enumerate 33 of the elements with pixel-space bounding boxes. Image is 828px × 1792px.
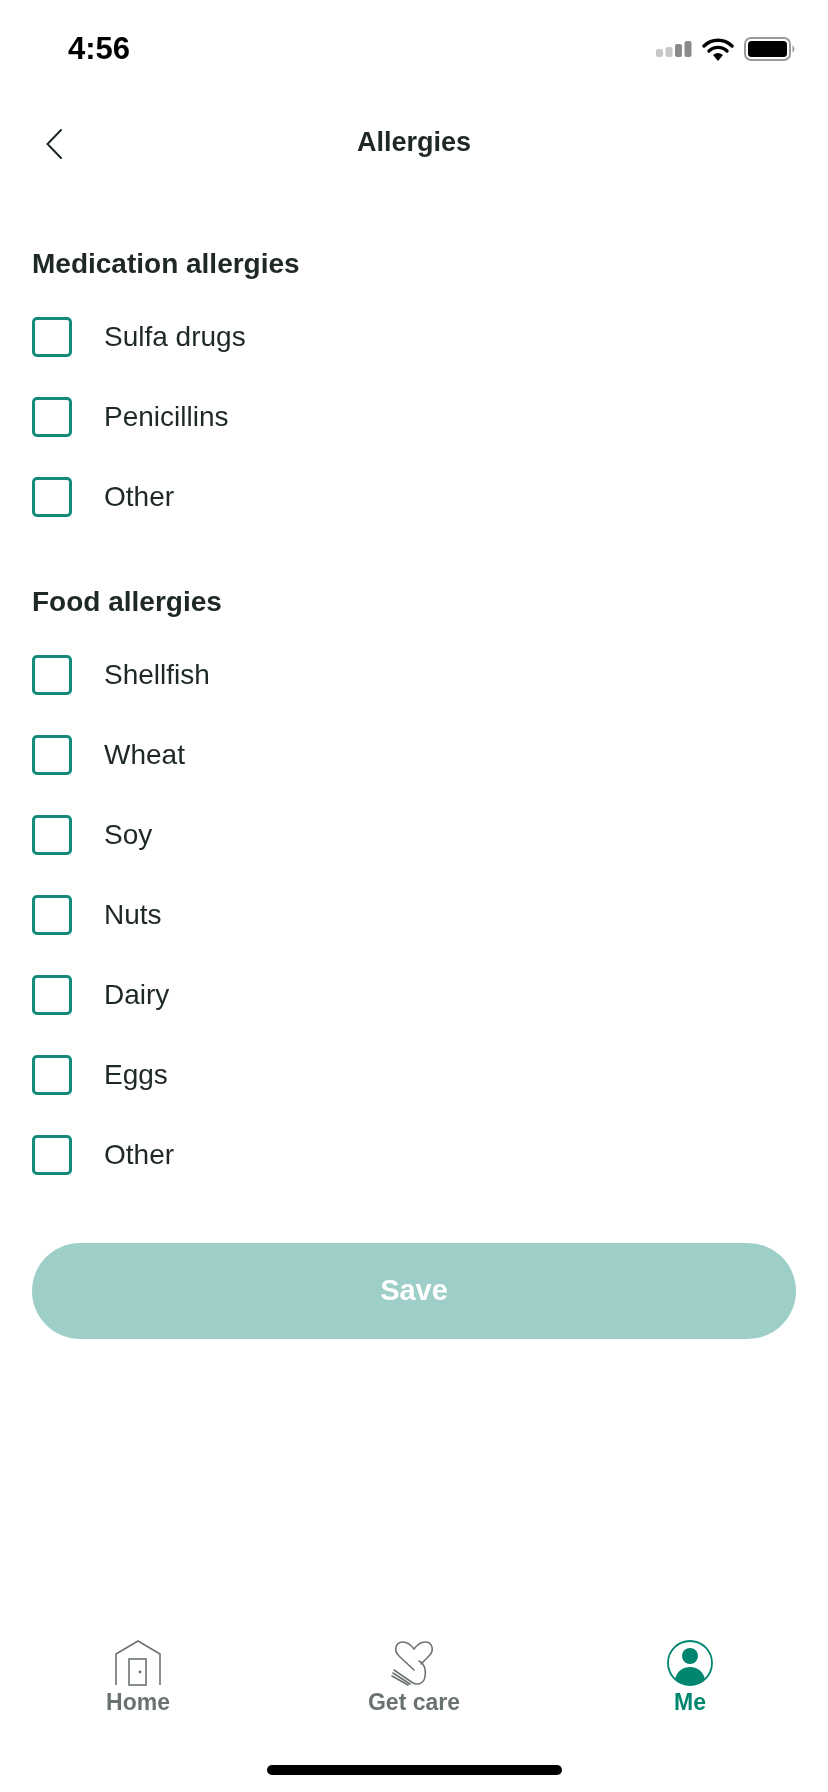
checkbox[interactable] xyxy=(32,815,72,855)
profile-icon xyxy=(667,1640,713,1686)
checkbox[interactable] xyxy=(32,975,72,1015)
page-title: Allergies xyxy=(356,125,472,159)
status-time: 4:56 xyxy=(68,29,131,68)
checkbox[interactable] xyxy=(32,655,72,695)
option-label: Shellfish xyxy=(104,658,210,692)
house-icon xyxy=(115,1640,161,1686)
checkbox[interactable] xyxy=(32,1055,72,1095)
section-heading: Food allergies xyxy=(32,585,222,619)
option-label: Other xyxy=(104,480,175,514)
option-label: Soy xyxy=(104,818,153,852)
option-label: Nuts xyxy=(104,898,162,932)
option-label: Eggs xyxy=(104,1058,168,1092)
tab-button[interactable]: Home xyxy=(106,1640,170,1715)
checkbox[interactable] xyxy=(32,397,72,437)
checkbox[interactable] xyxy=(32,317,72,357)
option-label: Sulfa drugs xyxy=(104,320,246,354)
chevron-left-icon xyxy=(46,129,62,159)
checkbox[interactable] xyxy=(32,895,72,935)
option-label: Wheat xyxy=(104,738,185,772)
checkbox[interactable] xyxy=(32,477,72,517)
option-label: Dairy xyxy=(104,978,170,1012)
checkbox[interactable] xyxy=(32,1135,72,1175)
section-heading: Medication allergies xyxy=(32,247,300,281)
battery-icon xyxy=(744,37,796,61)
option-label: Other xyxy=(104,1138,175,1172)
wifi-icon xyxy=(702,37,734,61)
signal-icon xyxy=(656,41,692,57)
tab-button[interactable]: Get care xyxy=(367,1640,461,1715)
tab-button[interactable]: Me xyxy=(667,1640,713,1715)
option-label: Penicillins xyxy=(104,400,229,434)
checkbox[interactable] xyxy=(32,735,72,775)
